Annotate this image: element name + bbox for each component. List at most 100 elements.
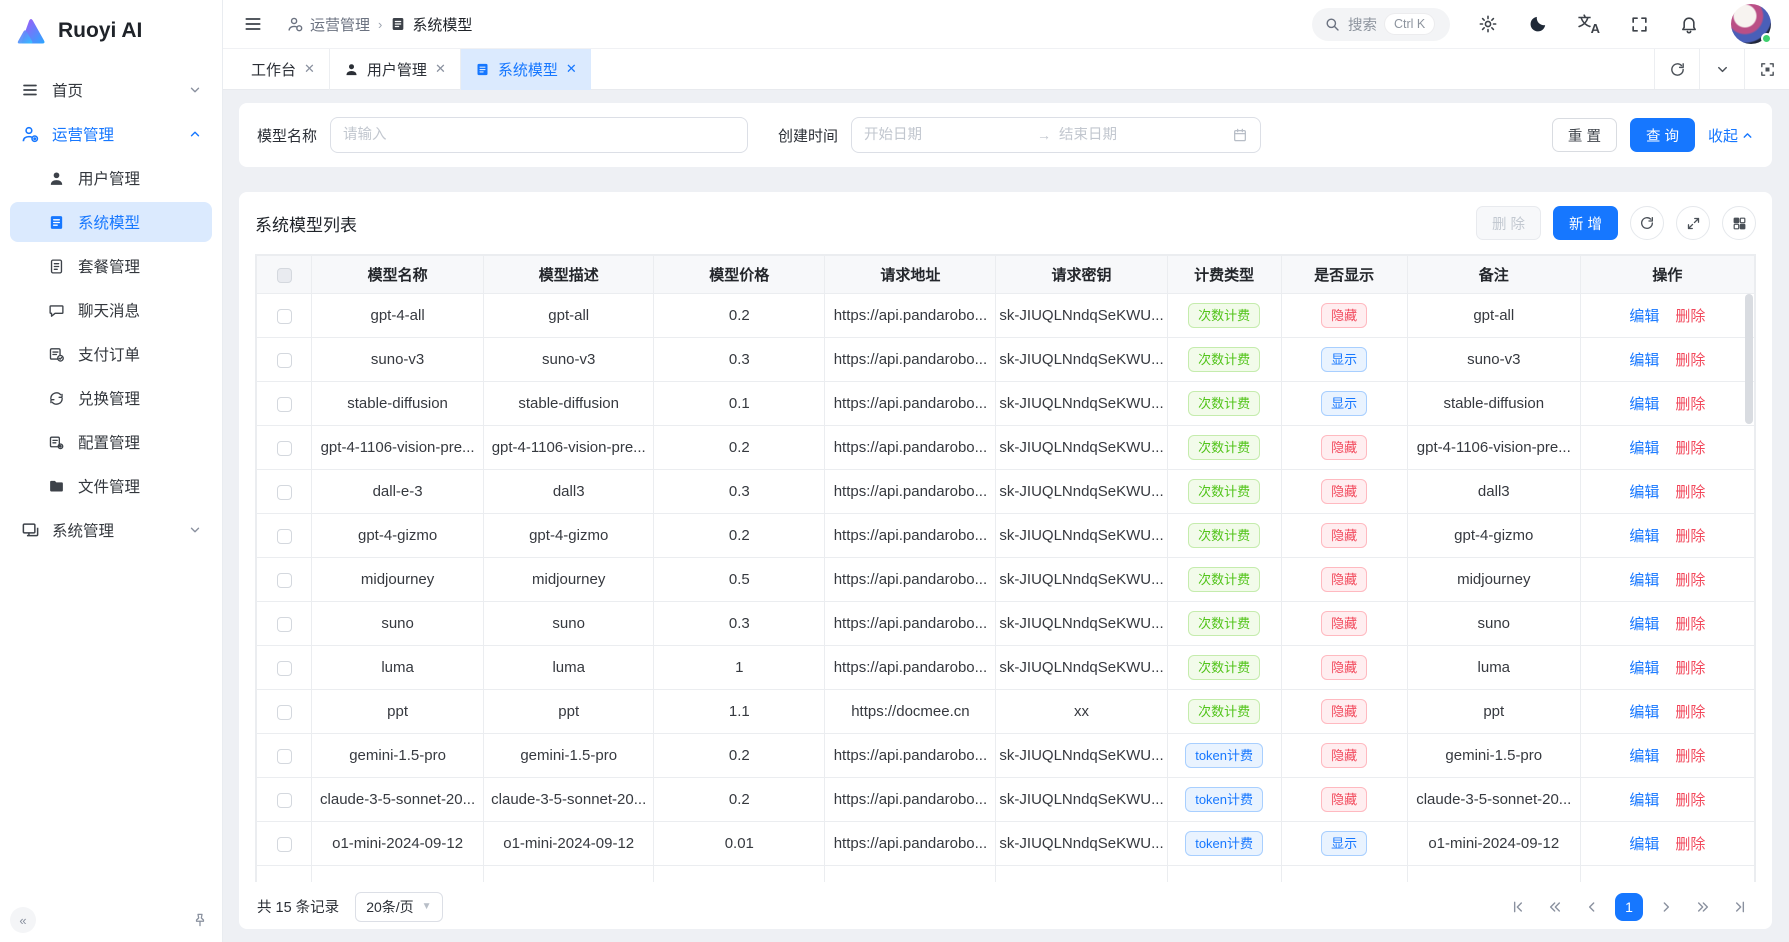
- delete-link[interactable]: 删除: [1675, 792, 1705, 809]
- sidebar-item-system-model[interactable]: 系统模型: [10, 202, 212, 242]
- edit-link[interactable]: 编辑: [1629, 440, 1659, 457]
- first-page-button[interactable]: [1504, 893, 1532, 921]
- settings-gear-icon[interactable]: [1474, 10, 1502, 38]
- model-name-input[interactable]: [330, 117, 748, 153]
- document-icon: [475, 62, 490, 77]
- refresh-table-icon[interactable]: [1630, 206, 1664, 240]
- sidebar-item-operations[interactable]: 运营管理: [10, 114, 212, 154]
- scrollbar-thumb[interactable]: [1745, 294, 1753, 424]
- edit-link[interactable]: 编辑: [1629, 396, 1659, 413]
- current-page-button[interactable]: 1: [1615, 893, 1643, 921]
- refresh-icon[interactable]: [1654, 49, 1699, 89]
- translate-icon[interactable]: 文A: [1574, 9, 1604, 39]
- last-page-button[interactable]: [1726, 893, 1754, 921]
- jump-back-button[interactable]: [1541, 893, 1569, 921]
- next-page-button[interactable]: [1652, 893, 1680, 921]
- hamburger-menu-icon[interactable]: [239, 10, 267, 38]
- edit-link[interactable]: 编辑: [1629, 660, 1659, 677]
- tab-system-model[interactable]: 系统模型 ✕: [461, 49, 591, 90]
- delete-link[interactable]: 删除: [1675, 660, 1705, 677]
- breadcrumb-item-operations[interactable]: 运营管理: [287, 14, 370, 35]
- sidebar-item-user-management[interactable]: 用户管理: [10, 158, 212, 198]
- edit-link[interactable]: 编辑: [1629, 792, 1659, 809]
- delete-link[interactable]: 删除: [1675, 572, 1705, 589]
- online-status-dot: [1761, 33, 1772, 44]
- expand-table-icon[interactable]: [1676, 206, 1710, 240]
- chevron-down-icon[interactable]: [1699, 49, 1744, 89]
- row-checkbox[interactable]: [277, 353, 292, 368]
- fullscreen-icon[interactable]: [1626, 11, 1653, 38]
- end-date-input[interactable]: [1059, 127, 1224, 143]
- notification-bell-icon[interactable]: [1675, 10, 1703, 38]
- batch-delete-button[interactable]: 删 除: [1476, 206, 1541, 240]
- delete-link[interactable]: 删除: [1675, 440, 1705, 457]
- start-date-input[interactable]: [864, 127, 1029, 143]
- edit-link[interactable]: 编辑: [1629, 572, 1659, 589]
- row-checkbox[interactable]: [277, 529, 292, 544]
- edit-link[interactable]: 编辑: [1629, 616, 1659, 633]
- row-checkbox[interactable]: [277, 661, 292, 676]
- row-checkbox[interactable]: [277, 573, 292, 588]
- delete-link[interactable]: 删除: [1675, 748, 1705, 765]
- jump-forward-button[interactable]: [1689, 893, 1717, 921]
- delete-link[interactable]: 删除: [1675, 616, 1705, 633]
- sidebar-collapse-button[interactable]: «: [10, 907, 36, 933]
- edit-link[interactable]: 编辑: [1629, 528, 1659, 545]
- row-checkbox[interactable]: [277, 617, 292, 632]
- row-checkbox[interactable]: [277, 441, 292, 456]
- sidebar-item-package-management[interactable]: 套餐管理: [10, 246, 212, 286]
- brand-logo[interactable]: Ruoyi AI: [0, 0, 222, 58]
- sidebar-item-config-management[interactable]: 配置管理: [10, 422, 212, 462]
- edit-link[interactable]: 编辑: [1629, 308, 1659, 325]
- pin-icon[interactable]: [192, 912, 208, 928]
- prev-page-button[interactable]: [1578, 893, 1606, 921]
- close-icon[interactable]: ✕: [304, 61, 315, 77]
- close-icon[interactable]: ✕: [435, 61, 446, 77]
- edit-link[interactable]: 编辑: [1629, 836, 1659, 853]
- row-checkbox[interactable]: [277, 705, 292, 720]
- cell-request-url: https://api.pandarobo...: [825, 734, 996, 778]
- tab-user-management[interactable]: 用户管理 ✕: [330, 49, 461, 90]
- sidebar-item-chat-messages[interactable]: 聊天消息: [10, 290, 212, 330]
- select-all-checkbox[interactable]: [277, 268, 292, 283]
- date-range-picker[interactable]: →: [851, 117, 1261, 153]
- row-checkbox[interactable]: [277, 749, 292, 764]
- dark-mode-moon-icon[interactable]: [1524, 10, 1552, 38]
- add-button[interactable]: 新 增: [1553, 206, 1618, 240]
- sidebar-item-exchange-management[interactable]: 兑换管理: [10, 378, 212, 418]
- page-size-select[interactable]: 20条/页 ▼: [355, 892, 442, 922]
- row-checkbox[interactable]: [277, 309, 292, 324]
- row-checkbox[interactable]: [277, 397, 292, 412]
- query-button[interactable]: 查 询: [1630, 118, 1695, 152]
- delete-link[interactable]: 删除: [1675, 308, 1705, 325]
- sidebar-item-home[interactable]: 首页: [10, 70, 212, 110]
- sidebar-item-system-management[interactable]: 系统管理: [10, 510, 212, 550]
- sidebar-item-payment-orders[interactable]: 支付订单: [10, 334, 212, 374]
- edit-link[interactable]: 编辑: [1629, 352, 1659, 369]
- cell-request-key: sk-JIUQLNndqSeKWU...: [996, 558, 1167, 602]
- content-fullscreen-icon[interactable]: [1744, 49, 1789, 89]
- sidebar-item-file-management[interactable]: 文件管理: [10, 466, 212, 506]
- delete-link[interactable]: 删除: [1675, 396, 1705, 413]
- user-avatar[interactable]: [1731, 4, 1771, 44]
- table-scrollbar[interactable]: [1745, 294, 1753, 882]
- delete-link[interactable]: 删除: [1675, 836, 1705, 853]
- column-header-actions: 操作: [1580, 256, 1754, 294]
- global-search[interactable]: 搜索 Ctrl K: [1312, 8, 1450, 41]
- delete-link[interactable]: 删除: [1675, 704, 1705, 721]
- collapse-filter-link[interactable]: 收起: [1708, 125, 1754, 146]
- edit-link[interactable]: 编辑: [1629, 748, 1659, 765]
- edit-link[interactable]: 编辑: [1629, 484, 1659, 501]
- tab-workbench[interactable]: 工作台 ✕: [237, 49, 330, 90]
- close-icon[interactable]: ✕: [566, 61, 577, 77]
- reset-button[interactable]: 重 置: [1552, 118, 1617, 152]
- delete-link[interactable]: 删除: [1675, 352, 1705, 369]
- delete-link[interactable]: 删除: [1675, 528, 1705, 545]
- delete-link[interactable]: 删除: [1675, 484, 1705, 501]
- row-checkbox[interactable]: [277, 837, 292, 852]
- edit-link[interactable]: 编辑: [1629, 704, 1659, 721]
- column-settings-icon[interactable]: [1722, 206, 1756, 240]
- row-checkbox[interactable]: [277, 793, 292, 808]
- row-checkbox[interactable]: [277, 485, 292, 500]
- cell-billing-type: token计费: [1167, 734, 1281, 778]
